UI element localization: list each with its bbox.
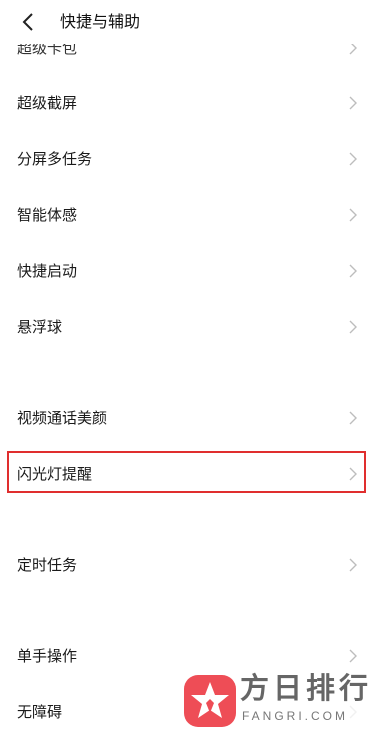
list-item-label: 悬浮球 bbox=[17, 318, 63, 336]
chevron-right-icon bbox=[349, 208, 357, 222]
list-item-floating-ball[interactable]: 悬浮球 bbox=[0, 299, 376, 355]
back-button[interactable] bbox=[14, 8, 42, 36]
top-bar: 快捷与辅助 bbox=[0, 0, 376, 44]
list-item-label: 智能体感 bbox=[17, 206, 78, 224]
list-item-super-screenshot[interactable]: 超级截屏 bbox=[0, 75, 376, 131]
list-item-split-screen[interactable]: 分屏多任务 bbox=[0, 131, 376, 187]
page-title: 快捷与辅助 bbox=[60, 12, 141, 31]
list-item-label: 超级截屏 bbox=[17, 94, 78, 112]
list-item-label: 快捷启动 bbox=[17, 262, 78, 280]
chevron-left-icon bbox=[22, 13, 33, 31]
list-item-label: 定时任务 bbox=[17, 556, 78, 574]
settings-list: 超级卡包 超级截屏 分屏多任务 智能体感 快捷启动 悬浮球 视频通话美颜 闪光灯… bbox=[0, 0, 376, 733]
star-logo-icon bbox=[184, 675, 236, 727]
list-item-label: 闪光灯提醒 bbox=[17, 465, 93, 483]
chevron-right-icon bbox=[349, 152, 357, 166]
list-item-label: 单手操作 bbox=[17, 647, 78, 665]
chevron-right-icon bbox=[349, 320, 357, 334]
list-item-label: 无障碍 bbox=[17, 703, 63, 721]
watermark-url: FANGRI.COM bbox=[242, 709, 349, 723]
chevron-right-icon bbox=[349, 264, 357, 278]
chevron-right-icon bbox=[349, 96, 357, 110]
list-item-quick-launch[interactable]: 快捷启动 bbox=[0, 243, 376, 299]
list-item-label: 视频通话美颜 bbox=[17, 409, 108, 427]
chevron-right-icon bbox=[349, 649, 357, 663]
list-item-smart-motion[interactable]: 智能体感 bbox=[0, 187, 376, 243]
watermark-text: 方日排行 bbox=[240, 671, 373, 705]
list-item-scheduled-tasks[interactable]: 定时任务 bbox=[0, 537, 376, 593]
list-item-flash-alert[interactable]: 闪光灯提醒 bbox=[0, 446, 376, 502]
watermark: 方日排行 FANGRI.COM bbox=[180, 667, 376, 733]
chevron-right-icon bbox=[349, 411, 357, 425]
list-item-video-call-beauty[interactable]: 视频通话美颜 bbox=[0, 390, 376, 446]
chevron-right-icon bbox=[349, 558, 357, 572]
list-item-label: 分屏多任务 bbox=[17, 150, 93, 168]
chevron-right-icon bbox=[349, 467, 357, 481]
